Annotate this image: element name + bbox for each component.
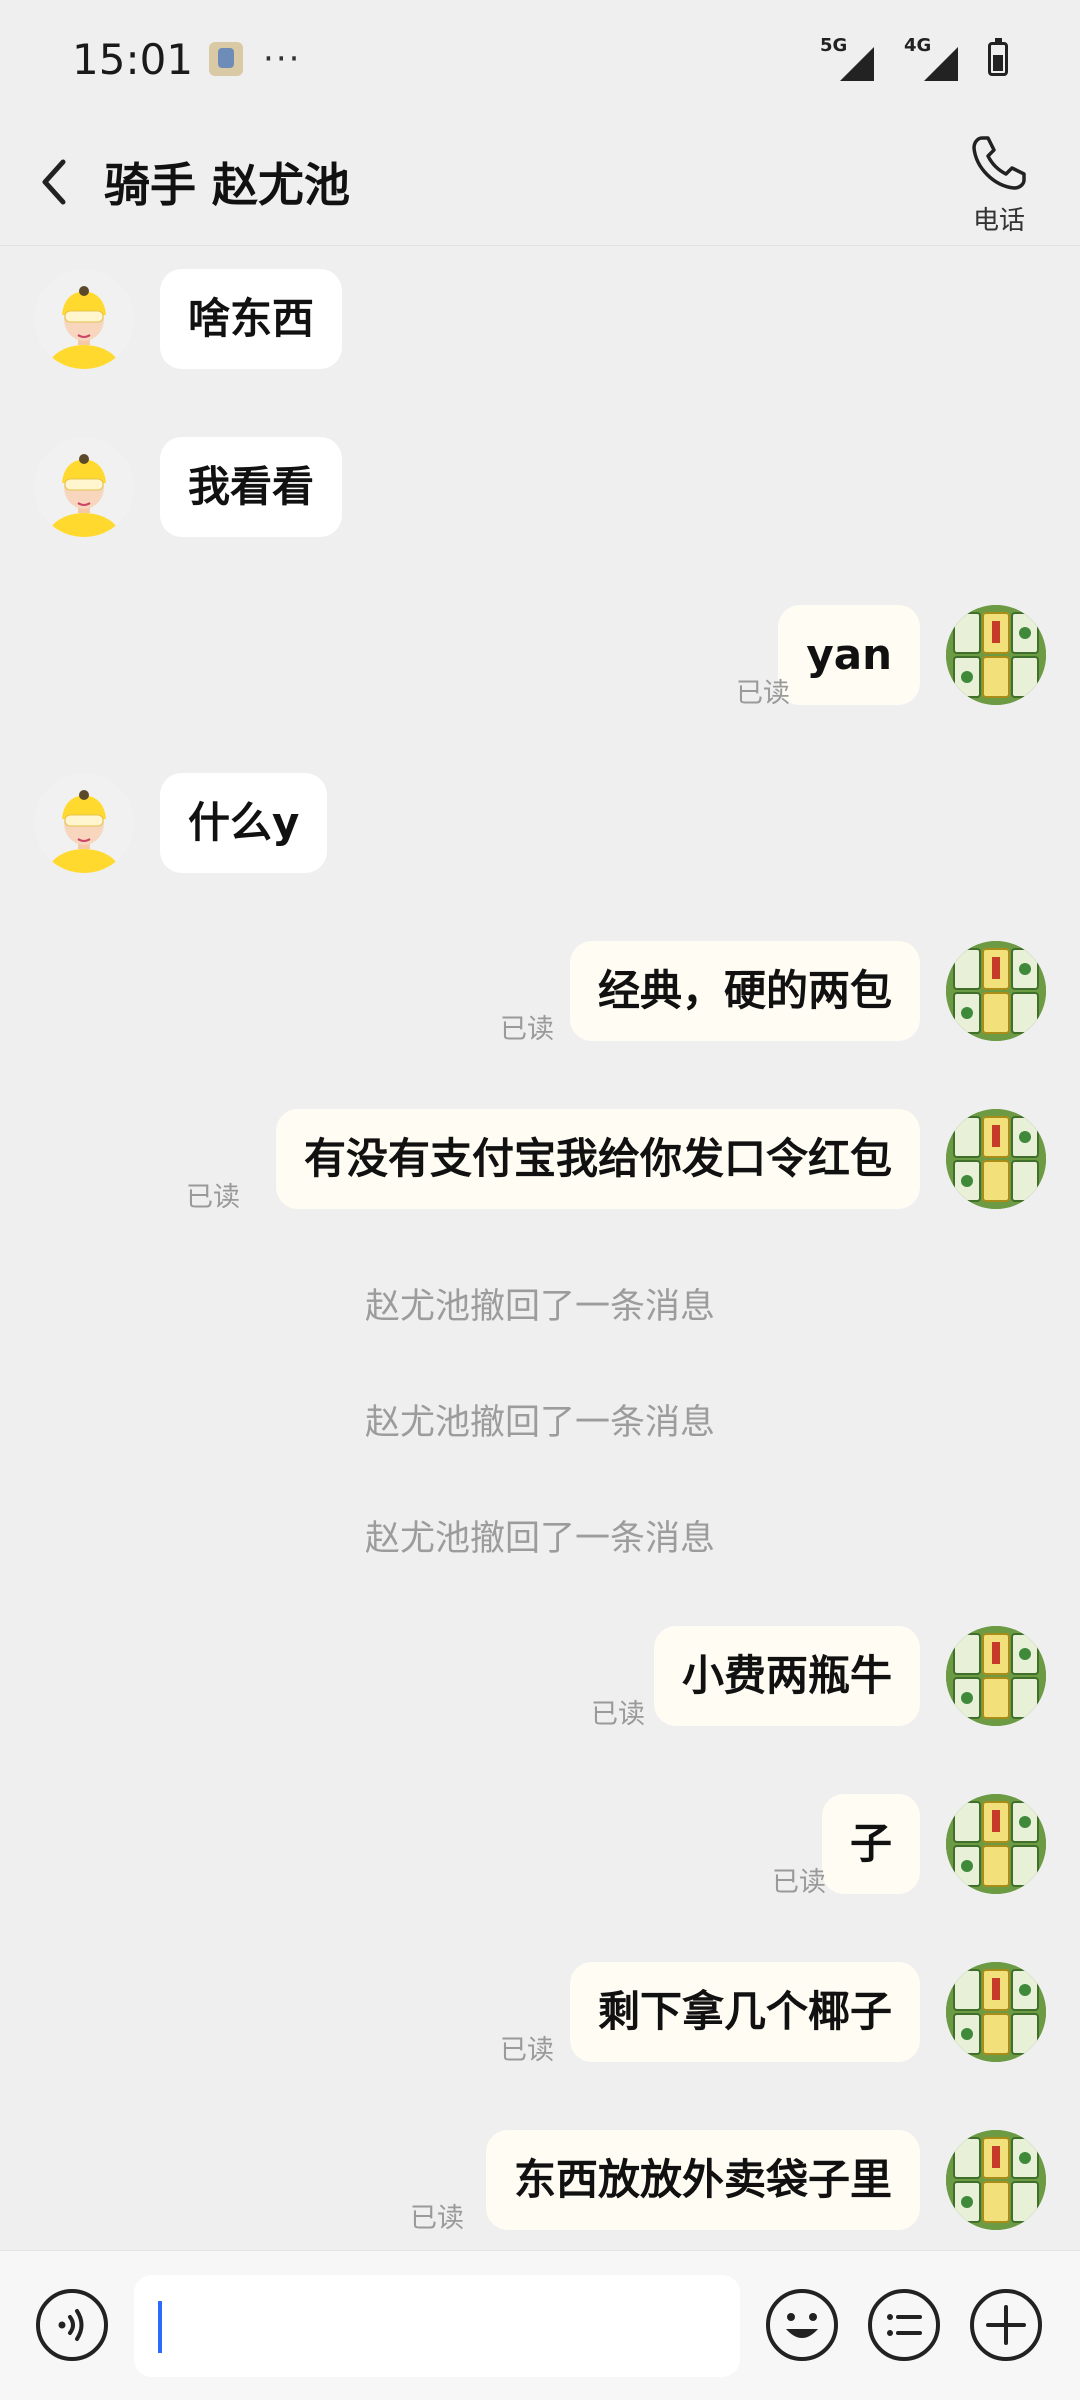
emoji-button[interactable] (764, 2287, 840, 2363)
message-row-outgoing: 子 已读 (0, 1794, 1080, 1900)
message-bubble[interactable]: 什么y (160, 773, 328, 873)
read-status: 已读 (186, 1182, 240, 1213)
my-avatar[interactable] (946, 2130, 1046, 2230)
status-time: 15:01 (72, 34, 194, 84)
back-button[interactable] (0, 118, 110, 246)
page-title: 骑手 赵尤池 (104, 157, 351, 212)
message-row-incoming: 啥东西 (0, 269, 1080, 375)
message-input[interactable] (134, 2275, 740, 2377)
message-bubble[interactable]: yan (778, 605, 920, 705)
message-bubble[interactable]: 剩下拿几个椰子 (569, 1962, 920, 2062)
chevron-left-icon (42, 159, 66, 204)
chat-header: 骑手 赵尤池 电话 (0, 118, 1080, 246)
input-bar (0, 2250, 1080, 2400)
message-row-outgoing: 东西放放外卖袋子里 已读 (0, 2130, 1080, 2236)
battery-icon (988, 38, 1008, 76)
message-list[interactable]: 啥东西 我看看 yan 已读 什么y 经典，硬的两包 已读 有没有支付宝我给你发… (0, 246, 1080, 2244)
message-bubble[interactable]: 有没有支付宝我给你发口令红包 (275, 1109, 920, 1209)
read-status: 已读 (410, 2203, 464, 2234)
message-row-incoming: 什么y (0, 773, 1080, 879)
message-bubble[interactable]: 小费两瓶牛 (653, 1626, 920, 1726)
recalled-message-notice: 赵尤池撤回了一条消息 (364, 1519, 715, 1559)
call-label: 电话 (972, 206, 1025, 236)
emoji-icon (766, 2289, 838, 2361)
recalled-message-notice: 赵尤池撤回了一条消息 (364, 1287, 715, 1327)
my-avatar[interactable] (946, 1109, 1046, 1209)
read-status: 已读 (772, 1867, 826, 1898)
phone-icon (972, 136, 1026, 190)
message-row-outgoing: 经典，硬的两包 已读 (0, 941, 1080, 1047)
my-avatar[interactable] (946, 941, 1046, 1041)
notification-app-icon (209, 42, 244, 76)
message-bubble[interactable]: 我看看 (160, 437, 343, 537)
list-icon (868, 2289, 940, 2361)
message-row-outgoing: yan 已读 (0, 605, 1080, 711)
rider-avatar[interactable] (34, 269, 134, 369)
signal-5g-icon: 5G (820, 35, 874, 81)
more-button[interactable] (968, 2287, 1044, 2363)
read-status: 已读 (500, 1014, 554, 1045)
quick-reply-button[interactable] (866, 2287, 942, 2363)
voice-input-button[interactable] (34, 2287, 110, 2363)
my-avatar[interactable] (946, 1962, 1046, 2062)
text-caret (158, 2301, 162, 2353)
read-status: 已读 (736, 678, 790, 709)
read-status: 已读 (591, 1699, 645, 1730)
my-avatar[interactable] (946, 605, 1046, 705)
message-bubble[interactable]: 经典，硬的两包 (569, 941, 920, 1041)
message-bubble[interactable]: 子 (821, 1794, 920, 1894)
message-row-incoming: 我看看 (0, 437, 1080, 543)
recalled-message-notice: 赵尤池撤回了一条消息 (364, 1403, 715, 1443)
rider-avatar[interactable] (34, 437, 134, 537)
message-bubble[interactable]: 啥东西 (160, 269, 343, 369)
message-row-outgoing: 剩下拿几个椰子 已读 (0, 1962, 1080, 2068)
my-avatar[interactable] (946, 1626, 1046, 1726)
message-bubble[interactable]: 东西放放外卖袋子里 (485, 2130, 920, 2230)
call-button[interactable]: 电话 (954, 132, 1044, 242)
my-avatar[interactable] (946, 1794, 1046, 1894)
read-status: 已读 (500, 2035, 554, 2066)
voice-icon (36, 2289, 108, 2361)
message-row-outgoing: 有没有支付宝我给你发口令红包 已读 (0, 1109, 1080, 1215)
rider-avatar[interactable] (34, 773, 134, 873)
message-row-outgoing: 小费两瓶牛 已读 (0, 1626, 1080, 1732)
plus-icon (970, 2289, 1042, 2361)
signal-4g-icon: 4G (904, 35, 958, 81)
status-bar: 15:01 ··· 5G 4G (0, 0, 1080, 118)
more-notifications-icon: ··· (263, 39, 302, 79)
